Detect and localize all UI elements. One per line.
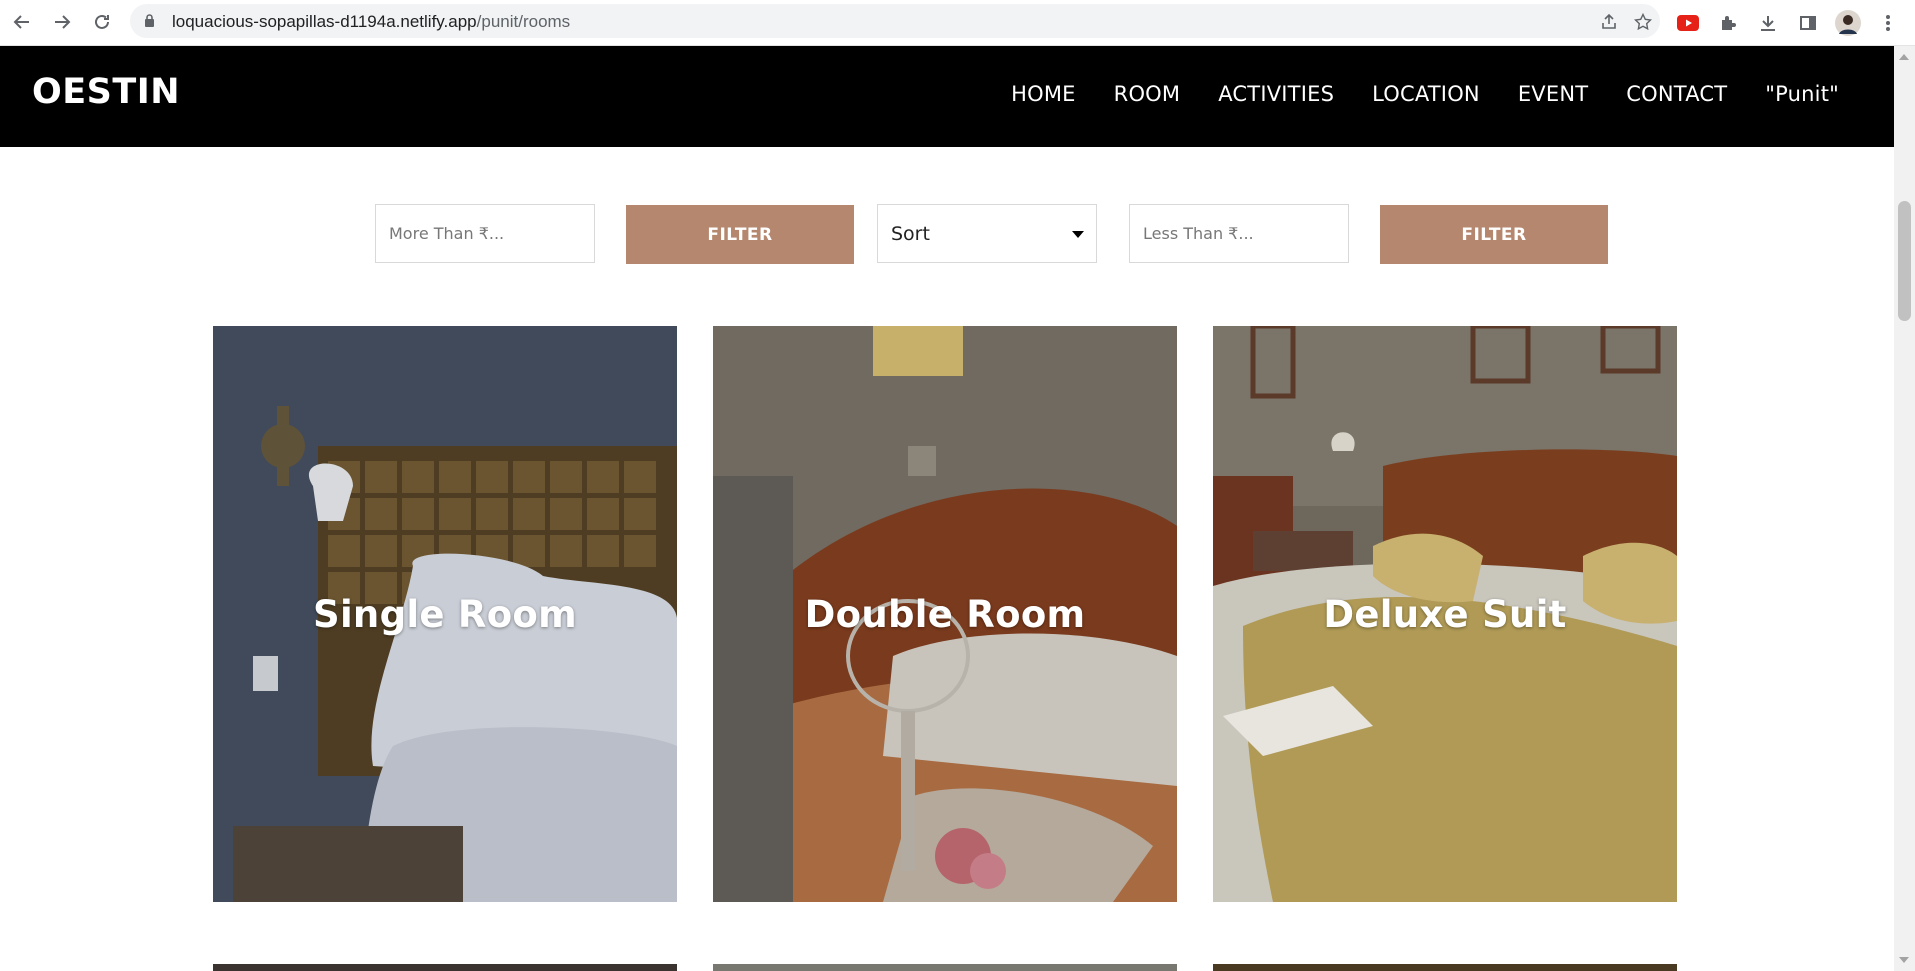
- nav-event[interactable]: EVENT: [1518, 82, 1588, 106]
- filter-bar: FILTER Sort FILTER: [0, 204, 1894, 264]
- room-card-deluxe[interactable]: Deluxe Suit: [1213, 326, 1677, 902]
- reload-icon[interactable]: [88, 8, 116, 36]
- room-card-double[interactable]: Double Room: [713, 326, 1177, 902]
- download-icon[interactable]: [1755, 10, 1781, 36]
- room-card-next-3[interactable]: [1213, 964, 1677, 971]
- url-text: loquacious-sopapillas-d1194a.netlify.app…: [172, 12, 570, 32]
- scroll-up-arrow-icon[interactable]: [1899, 54, 1909, 60]
- browser-toolbar: loquacious-sopapillas-d1194a.netlify.app…: [0, 0, 1915, 46]
- side-panel-icon[interactable]: [1795, 10, 1821, 36]
- bookmark-star-icon[interactable]: [1632, 11, 1654, 33]
- site-logo[interactable]: OESTIN: [32, 72, 180, 112]
- nav-home[interactable]: HOME: [1011, 82, 1076, 106]
- forward-icon[interactable]: [48, 8, 76, 36]
- filter-less-button[interactable]: FILTER: [1380, 205, 1608, 264]
- profile-avatar[interactable]: [1835, 10, 1861, 36]
- nav-activities[interactable]: ACTIVITIES: [1218, 82, 1334, 106]
- page-scrollbar[interactable]: [1894, 46, 1915, 971]
- lock-icon: [145, 14, 154, 27]
- browser-menu-icon[interactable]: [1875, 10, 1901, 36]
- address-bar[interactable]: loquacious-sopapillas-d1194a.netlify.app…: [130, 4, 1660, 38]
- room-card-next-1[interactable]: [213, 964, 677, 971]
- nav-location[interactable]: LOCATION: [1372, 82, 1480, 106]
- scroll-thumb[interactable]: [1898, 201, 1911, 321]
- room-title-double: Double Room: [804, 592, 1086, 636]
- filter-more-button[interactable]: FILTER: [626, 205, 854, 264]
- sort-label: Sort: [891, 223, 930, 245]
- room-title-single: Single Room: [313, 592, 577, 636]
- sort-select[interactable]: Sort: [877, 204, 1097, 263]
- room-card-single[interactable]: Single Room: [213, 326, 677, 902]
- nav-contact[interactable]: CONTACT: [1626, 82, 1727, 106]
- back-icon[interactable]: [8, 8, 36, 36]
- room-card-next-2[interactable]: [713, 964, 1177, 971]
- scroll-down-arrow-icon[interactable]: [1899, 957, 1909, 963]
- nav-user[interactable]: "Punit": [1765, 82, 1839, 106]
- url-path: /punit/rooms: [476, 12, 571, 31]
- page-viewport: OESTIN HOME ROOM ACTIVITIES LOCATION EVE…: [0, 46, 1894, 971]
- nav-room[interactable]: ROOM: [1114, 82, 1181, 106]
- less-than-input[interactable]: [1129, 204, 1349, 263]
- url-host: loquacious-sopapillas-d1194a.netlify.app: [172, 12, 477, 31]
- caret-down-icon: [1072, 231, 1084, 238]
- main-nav: HOME ROOM ACTIVITIES LOCATION EVENT CONT…: [1011, 82, 1839, 106]
- youtube-extension-icon[interactable]: [1675, 10, 1701, 36]
- site-header: OESTIN HOME ROOM ACTIVITIES LOCATION EVE…: [0, 46, 1894, 147]
- extensions-puzzle-icon[interactable]: [1715, 10, 1741, 36]
- share-icon[interactable]: [1598, 11, 1620, 33]
- room-title-deluxe: Deluxe Suit: [1323, 592, 1567, 636]
- more-than-input[interactable]: [375, 204, 595, 263]
